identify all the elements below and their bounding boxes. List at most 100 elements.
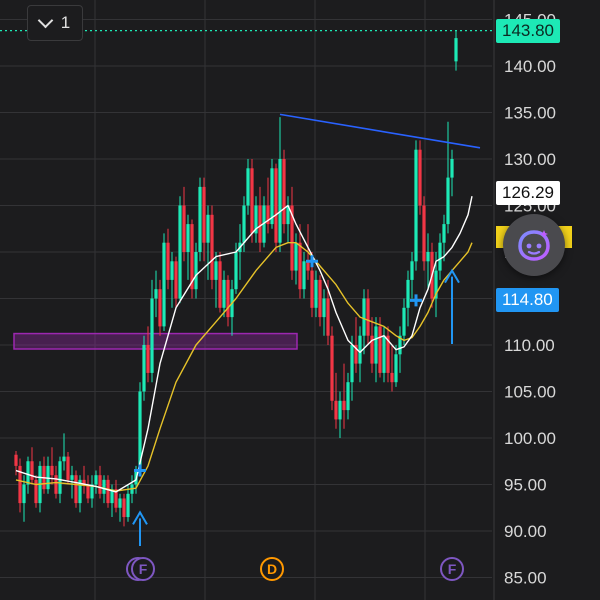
candle-body	[154, 289, 158, 299]
candle-body	[146, 345, 150, 373]
candle-body	[270, 168, 274, 225]
candle-body	[66, 456, 70, 480]
price-tag-white: 126.29	[496, 181, 560, 205]
candle-body	[26, 461, 30, 485]
price-tag-blue: 114.80	[496, 288, 559, 312]
y-tick-label: 130.00	[504, 150, 556, 169]
candle-body	[118, 498, 122, 508]
y-tick-label: 110.00	[504, 336, 555, 355]
candle-body	[390, 372, 394, 383]
candle-body	[54, 475, 58, 494]
candle-body	[178, 205, 182, 299]
candle-body	[210, 214, 214, 280]
candle-body	[294, 242, 298, 271]
candle-body	[122, 498, 126, 518]
chevron-down-icon	[37, 12, 54, 29]
candle-body	[282, 159, 286, 225]
resistance-zone	[13, 332, 298, 350]
event-badge-label: F	[448, 561, 457, 577]
candle-body	[226, 279, 230, 318]
candle-body	[454, 38, 458, 62]
y-tick-label: 85.00	[504, 569, 547, 588]
candle-body	[322, 298, 326, 318]
event-badge-label: D	[267, 561, 277, 577]
candle-body	[402, 307, 406, 336]
candle-body	[310, 270, 314, 308]
candle-body	[98, 475, 102, 494]
candle-body	[202, 186, 206, 243]
indicator-toggle[interactable]: 1	[27, 5, 83, 41]
y-tick-label: 90.00	[504, 522, 547, 541]
candle-body	[94, 475, 98, 485]
candle-body	[338, 400, 342, 420]
candle-body	[278, 159, 282, 243]
candle-body	[410, 261, 414, 280]
candle-body	[378, 326, 382, 373]
candle-body	[422, 205, 426, 262]
candle-body	[446, 177, 450, 225]
y-tick-label: 95.00	[504, 476, 547, 495]
candle-body	[126, 493, 130, 518]
candle-body	[326, 298, 330, 336]
candle-body	[438, 242, 442, 271]
assistant-face-icon	[518, 230, 550, 261]
candle-body	[234, 252, 238, 290]
candle-body	[182, 205, 186, 252]
candle-body	[394, 354, 398, 383]
candle-body	[246, 168, 250, 206]
candle-body	[158, 289, 162, 327]
trendline	[279, 113, 481, 149]
assistant-button[interactable]	[503, 214, 565, 276]
moving-average-slow	[15, 242, 473, 492]
candle-body	[206, 214, 210, 243]
y-tick-label: 140.00	[504, 57, 556, 76]
candle-body	[22, 484, 26, 504]
candle-body	[222, 279, 226, 308]
candle-body	[14, 454, 18, 466]
candle-body	[450, 159, 454, 178]
candle-body	[30, 461, 34, 480]
candle-body	[250, 168, 254, 234]
candle-body	[274, 168, 278, 243]
candle-body	[350, 345, 354, 383]
candle-body	[418, 149, 422, 206]
candle-body	[342, 400, 346, 411]
candle-body	[150, 298, 154, 373]
last-price-tag: 143.80	[496, 19, 560, 43]
candle-body	[170, 261, 174, 280]
candle-body	[366, 298, 370, 336]
candle-body	[414, 149, 418, 262]
candle-body	[314, 279, 318, 308]
candle-body	[358, 335, 362, 364]
candle-body	[442, 224, 446, 243]
candle-body	[330, 335, 334, 401]
candle-body	[162, 242, 166, 327]
event-badge-label: F	[139, 561, 148, 577]
candle-body	[102, 479, 106, 494]
candle-body	[426, 252, 430, 262]
candle-body	[74, 475, 78, 504]
candle-body	[142, 345, 146, 392]
candle-body	[374, 326, 378, 364]
candle-body	[298, 242, 302, 290]
candle-body	[70, 475, 74, 480]
candle-body	[106, 479, 110, 504]
candle-body	[346, 382, 350, 411]
candle-body	[198, 186, 202, 252]
candle-body	[362, 298, 366, 336]
candle-body	[334, 400, 338, 420]
candle-body	[242, 205, 246, 243]
candle-body	[58, 461, 62, 494]
candle-body	[166, 242, 170, 280]
candle-body	[186, 224, 190, 252]
candle-body	[34, 479, 38, 504]
candle-body	[258, 205, 262, 243]
candle-body	[214, 261, 218, 280]
candle-body	[382, 335, 386, 373]
candle-body	[218, 261, 222, 308]
y-tick-label: 135.00	[504, 104, 556, 123]
candle-body	[86, 484, 90, 499]
candle-body	[174, 261, 178, 299]
candle-body	[302, 261, 306, 290]
indicator-count: 1	[60, 13, 71, 32]
